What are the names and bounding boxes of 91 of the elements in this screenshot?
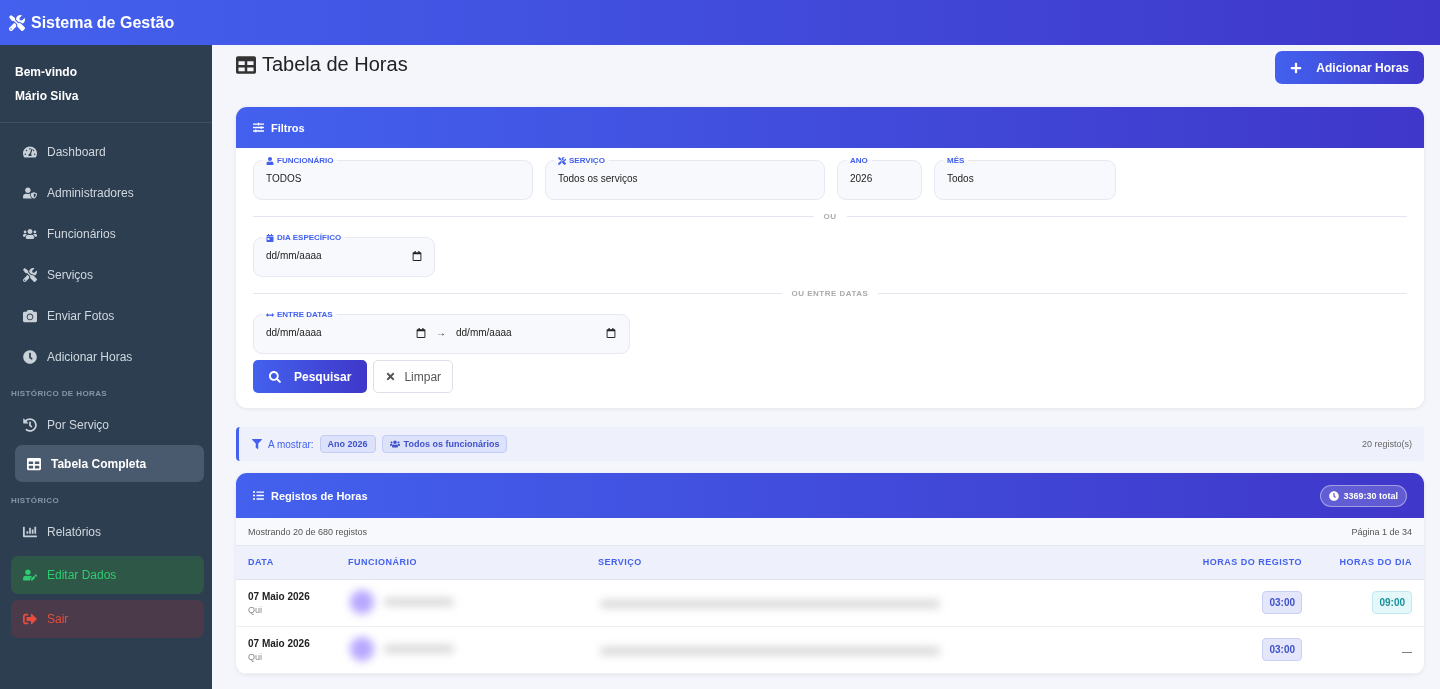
sidebar-item[interactable]: Relatórios [11,513,204,550]
gauge-icon [23,144,37,159]
user-icon [266,156,274,165]
card-title: Registos de Horas [253,489,368,502]
sidebar-item[interactable]: Serviços [11,256,204,293]
sidebar-item[interactable]: Adicionar Horas [11,338,204,375]
clock-icon [1329,490,1340,501]
calendar-icon[interactable] [412,250,422,261]
field-value: Todos [947,173,974,184]
column-header: DATA [236,546,336,579]
sidebar-item[interactable]: Dashboard [11,133,204,170]
search-icon [269,370,281,383]
total-badge: 3369:30 total [1320,484,1407,507]
table-icon [236,54,256,75]
field-label: MÊS [946,156,966,165]
day-hours-text: — [1402,645,1412,657]
page-title: Tabela de Horas [236,51,408,76]
sidebar-item[interactable]: Administradores [11,174,204,211]
hours-badge: 03:00 [1262,638,1302,661]
history-icon [23,417,37,432]
date-text: 07 Maio 2026 [248,637,311,649]
card-title: Filtros [253,121,305,134]
sidebar-item[interactable]: Editar Dados [11,556,204,594]
add-hours-button[interactable]: Adicionar Horas [1275,51,1424,84]
select-field[interactable]: SERVIÇO Todos os serviços [545,156,825,200]
calendar-icon[interactable] [416,327,426,338]
column-header: HORAS DO DIA [1314,546,1424,579]
clear-button[interactable]: Limpar [373,360,454,393]
user-shield-icon [23,185,37,200]
user-name: Mário Silva [15,89,80,103]
filter-tag: Ano 2026 [319,435,376,453]
field-label: FUNCIONÁRIO [262,156,338,165]
day-hours-badge: 09:00 [1372,591,1412,614]
tools-icon [558,156,566,165]
sidebar-item[interactable]: Funcionários [11,215,204,252]
user-edit-icon [23,568,37,582]
filter-tag: Todos os funcionários [381,435,508,453]
field-label: DIA ESPECÍFICO [262,233,346,242]
section-heading: HISTÓRICO DE HORAS [10,388,109,400]
filters-label: A mostrar: [268,438,314,450]
filter-icon [252,439,262,449]
search-button[interactable]: Pesquisar [253,360,368,393]
weekday-text: Qui [248,604,263,615]
field-label: SERVIÇO [554,156,609,165]
sign-out-icon [23,612,37,626]
section-heading: HISTÓRICO [10,495,61,507]
plus-icon [1290,61,1303,74]
select-field[interactable]: ANO 2026 [837,156,922,200]
table-icon [27,456,41,471]
column-header: FUNCIONÁRIO [336,546,586,579]
calendar-icon[interactable] [606,327,616,338]
app-title: Sistema de Gestão [31,13,175,32]
arrow-text: → [436,327,446,338]
camera-icon [23,308,37,323]
date-input[interactable]: dd/mm/aaaa [266,327,406,338]
date-input[interactable]: dd/mm/aaaa [266,250,402,261]
sidebar-item[interactable]: Por Serviço [11,406,204,443]
sliders-icon [253,122,264,133]
users-icon [23,226,37,241]
hours-badge: 03:00 [1262,591,1302,614]
column-header: HORAS DO REGISTO [1131,546,1314,579]
date-input[interactable]: dd/mm/aaaa [456,327,596,338]
bar-chart-icon [23,524,37,539]
clock-icon [23,349,37,364]
tools-icon [9,14,25,31]
field-value: Todos os serviços [558,173,638,184]
calendar-icon [266,233,274,242]
field-label: ANO [849,156,869,165]
field-label: ENTRE DATAS [262,310,337,319]
divider-label: OU ENTRE DATAS [791,289,869,298]
field-value: 2026 [850,173,873,184]
tools-icon [23,267,37,282]
welcome-text: Bem-vindo [15,65,78,79]
sidebar-item[interactable]: Enviar Fotos [11,297,204,334]
date-field[interactable]: DIA ESPECÍFICO dd/mm/aaaa [253,233,435,277]
date-range-field[interactable]: ENTRE DATAS dd/mm/aaaa → dd/mm/aaaa [253,310,630,354]
field-value: TODOS [266,173,302,184]
record-count: 20 registo(s) [1361,439,1412,449]
sidebar-item[interactable]: Tabela Completa [15,445,204,482]
select-field[interactable]: FUNCIONÁRIO TODOS [253,156,533,200]
divider-label: OU [823,212,837,221]
users-icon [389,439,400,449]
showing-text: Mostrando 20 de 680 registos [248,526,368,537]
arrows-icon [266,310,274,319]
column-header: SERVIÇO [586,546,1132,579]
close-icon [385,371,397,382]
page-text: Página 1 de 34 [1351,526,1412,537]
select-field[interactable]: MÊS Todos [934,156,1116,200]
date-text: 07 Maio 2026 [248,590,311,602]
weekday-text: Qui [248,651,263,662]
list-icon [253,490,264,501]
